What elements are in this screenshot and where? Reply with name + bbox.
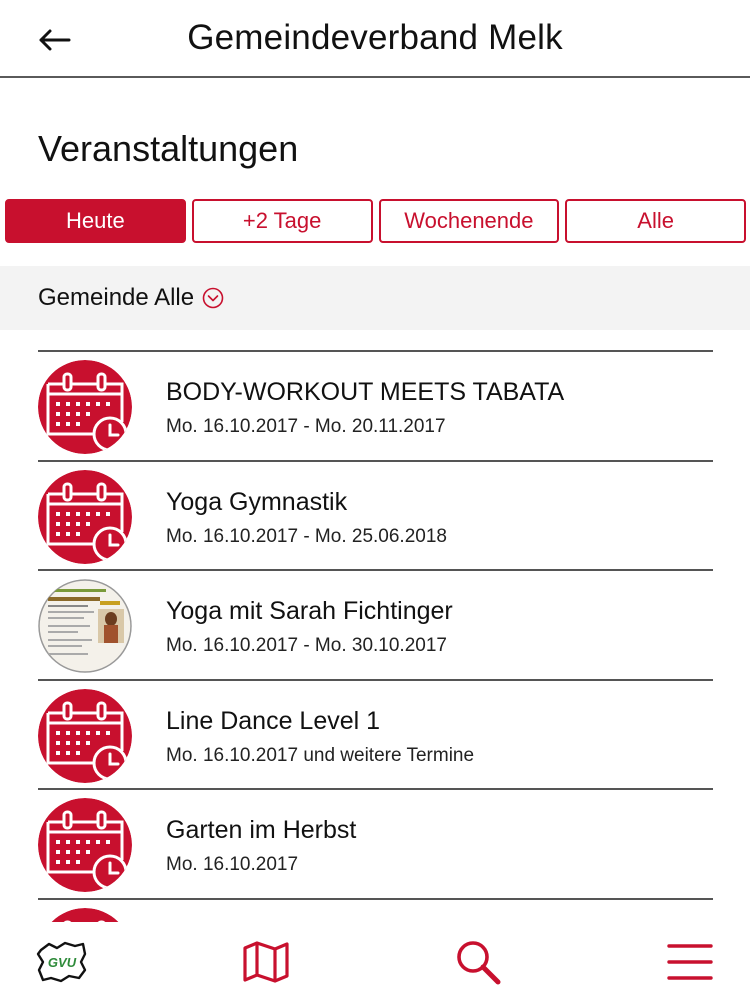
event-list-item[interactable] (38, 900, 713, 922)
filter-wochenende-button[interactable]: Wochenende (378, 199, 560, 243)
event-list-item[interactable]: BODY-WORKOUT MEETS TABATA Mo. 16.10.2017… (38, 352, 713, 462)
map-button[interactable] (236, 934, 296, 990)
filter-2-tage-button[interactable]: +2 Tage (191, 199, 373, 243)
menu-icon (667, 944, 713, 980)
gvu-logo-icon: GVU (36, 941, 87, 983)
event-list-item[interactable]: Yoga mit Sarah Fichtinger Mo. 16.10.2017… (38, 571, 713, 681)
filter-alle-button[interactable]: Alle (565, 199, 746, 243)
event-title: Yoga Gymnastik (166, 487, 348, 516)
event-date: Mo. 16.10.2017 - Mo. 30.10.2017 (166, 635, 447, 656)
event-list-item[interactable]: Line Dance Level 1 Mo. 16.10.2017 und we… (38, 681, 713, 790)
gvu-logo-button[interactable]: GVU (32, 934, 92, 990)
calendar-clock-icon (38, 360, 132, 454)
event-title: Garten im Herbst (166, 816, 357, 844)
event-list-item[interactable]: Yoga Gymnastik Mo. 16.10.2017 - Mo. 25.0… (38, 462, 713, 571)
search-button[interactable] (448, 934, 508, 990)
gemeinde-dropdown[interactable]: Gemeinde Alle (0, 266, 750, 330)
bottom-nav: GVU (0, 924, 750, 1000)
event-flyer-image (38, 579, 132, 673)
event-date: Mo. 16.10.2017 (166, 854, 299, 875)
event-title: Line Dance Level 1 (166, 706, 381, 735)
section-title: Veranstaltungen (38, 128, 299, 169)
event-list: BODY-WORKOUT MEETS TABATA Mo. 16.10.2017… (38, 350, 713, 922)
event-title: Yoga mit Sarah Fichtinger (166, 597, 453, 625)
gvu-logo-text: GVU (48, 955, 77, 970)
search-icon (457, 941, 501, 985)
event-date: Mo. 16.10.2017 - Mo. 20.11.2017 (166, 416, 446, 437)
event-list-item[interactable]: Garten im Herbst Mo. 16.10.2017 (38, 790, 713, 900)
menu-button[interactable] (660, 934, 720, 990)
calendar-clock-icon (38, 907, 132, 922)
app-header: Gemeindeverband Melk (0, 0, 750, 78)
event-date: Mo. 16.10.2017 und weitere Termine (166, 744, 475, 766)
map-icon (243, 941, 289, 983)
filter-bar: Heute +2 Tage Wochenende Alle (5, 199, 746, 243)
calendar-clock-icon (38, 688, 132, 783)
event-title: BODY-WORKOUT MEETS TABATA (166, 378, 565, 406)
calendar-clock-icon (38, 798, 132, 892)
event-date: Mo. 16.10.2017 - Mo. 25.06.2018 (166, 525, 447, 547)
header-title: Gemeindeverband Melk (187, 18, 563, 57)
gemeinde-label: Gemeinde Alle (38, 284, 195, 311)
filter-heute-button[interactable]: Heute (5, 199, 186, 243)
chevron-down-circle-icon (202, 287, 224, 309)
calendar-clock-icon (38, 469, 132, 564)
